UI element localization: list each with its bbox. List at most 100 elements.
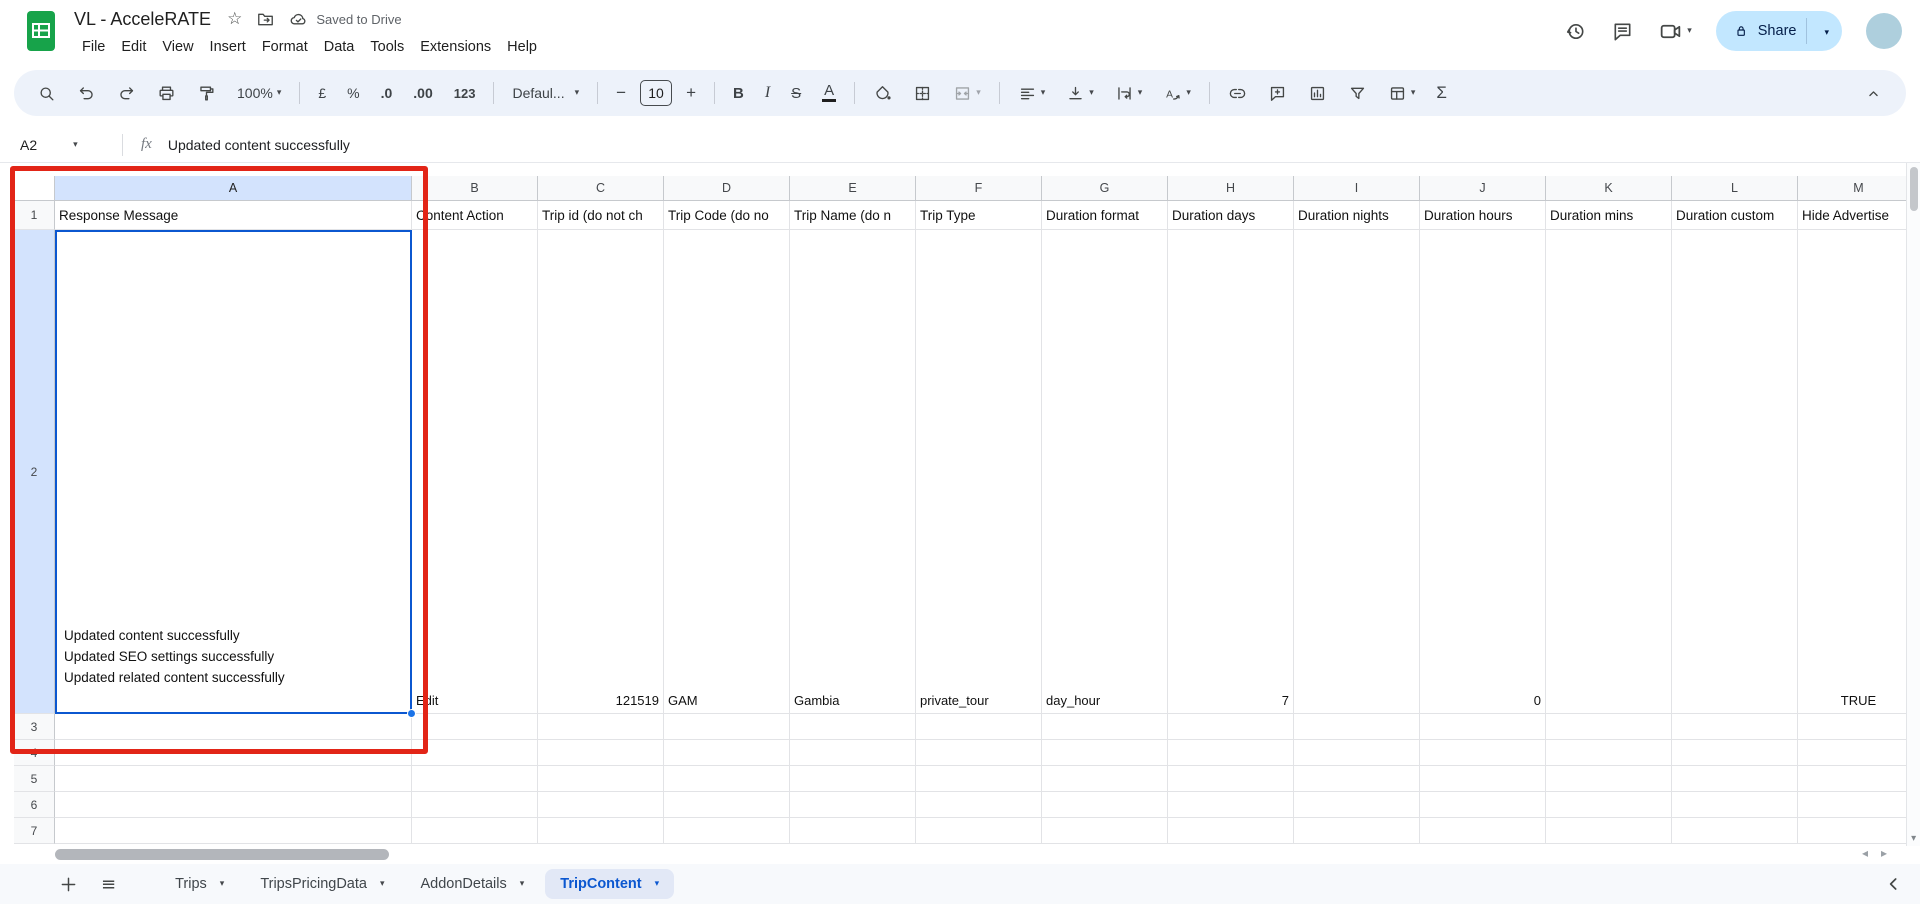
horizontal-align-button[interactable]: ▾ [1009, 78, 1055, 108]
cell-E2[interactable]: Gambia [790, 230, 916, 714]
cell-M4[interactable] [1798, 740, 1920, 766]
cell-M2[interactable]: TRUE [1798, 230, 1920, 714]
cell-M3[interactable] [1798, 714, 1920, 740]
share-button[interactable]: Share ▾ [1716, 11, 1842, 51]
header-cell-L1[interactable]: Duration custom [1672, 201, 1798, 230]
cell-L6[interactable] [1672, 792, 1798, 818]
cell-J2[interactable]: 0 [1420, 230, 1546, 714]
cell-H5[interactable] [1168, 766, 1294, 792]
header-cell-I1[interactable]: Duration nights [1294, 201, 1420, 230]
vertical-align-button[interactable]: ▾ [1057, 78, 1103, 108]
cell-C6[interactable] [538, 792, 664, 818]
document-title[interactable]: VL - AcceleRATE [74, 9, 211, 30]
bold-button[interactable]: B [724, 78, 753, 108]
cell-I3[interactable] [1294, 714, 1420, 740]
cell-E7[interactable] [790, 818, 916, 844]
menu-file[interactable]: File [74, 36, 113, 58]
header-cell-J1[interactable]: Duration hours [1420, 201, 1546, 230]
zoom-select[interactable]: 100%▾ [228, 78, 290, 108]
font-size-decrease-button[interactable]: − [607, 78, 635, 108]
cell-L7[interactable] [1672, 818, 1798, 844]
cell-I5[interactable] [1294, 766, 1420, 792]
cell-H6[interactable] [1168, 792, 1294, 818]
cell-D2[interactable]: GAM [664, 230, 790, 714]
comments-icon[interactable] [1611, 20, 1634, 43]
menu-tools[interactable]: Tools [362, 36, 412, 58]
cell-G5[interactable] [1042, 766, 1168, 792]
cell-E6[interactable] [790, 792, 916, 818]
cell-D3[interactable] [664, 714, 790, 740]
cell-G3[interactable] [1042, 714, 1168, 740]
cell-G7[interactable] [1042, 818, 1168, 844]
cell-L3[interactable] [1672, 714, 1798, 740]
cell-D5[interactable] [664, 766, 790, 792]
cell-F5[interactable] [916, 766, 1042, 792]
undo-button[interactable] [68, 78, 105, 108]
move-folder-icon[interactable] [256, 10, 275, 29]
cell-C3[interactable] [538, 714, 664, 740]
cell-E5[interactable] [790, 766, 916, 792]
search-icon[interactable] [28, 78, 65, 108]
chevron-left-icon[interactable] [1884, 874, 1904, 894]
all-sheets-icon[interactable]: ≡ [101, 874, 116, 895]
vertical-scrollbar-thumb[interactable] [1910, 167, 1918, 211]
cell-B6[interactable] [412, 792, 538, 818]
cell-L5[interactable] [1672, 766, 1798, 792]
saved-to-drive-icon[interactable] [289, 10, 308, 29]
text-color-button[interactable]: A [813, 78, 845, 108]
cell-A7[interactable] [55, 818, 412, 844]
formula-input[interactable]: Updated content successfully [168, 137, 350, 153]
cell-F7[interactable] [916, 818, 1042, 844]
menu-insert[interactable]: Insert [202, 36, 254, 58]
cell-I7[interactable] [1294, 818, 1420, 844]
column-header-H[interactable]: H [1168, 176, 1294, 201]
header-cell-A1[interactable]: Response Message [55, 201, 412, 230]
cell-C7[interactable] [538, 818, 664, 844]
cell-J6[interactable] [1420, 792, 1546, 818]
fill-handle[interactable] [407, 709, 416, 718]
header-cell-M1[interactable]: Hide Advertise [1798, 201, 1920, 230]
paint-format-button[interactable] [188, 78, 225, 108]
menu-data[interactable]: Data [316, 36, 363, 58]
cell-K2[interactable] [1546, 230, 1672, 714]
cell-D7[interactable] [664, 818, 790, 844]
saved-status[interactable]: Saved to Drive [316, 12, 401, 27]
hide-toolbar-button[interactable] [1855, 78, 1892, 108]
grid-corner[interactable] [14, 176, 55, 201]
cell-J7[interactable] [1420, 818, 1546, 844]
menu-format[interactable]: Format [254, 36, 316, 58]
cell-H3[interactable] [1168, 714, 1294, 740]
sheet-tab-tripcontent[interactable]: TripContent▾ [545, 869, 674, 899]
column-header-B[interactable]: B [412, 176, 538, 201]
cell-I4[interactable] [1294, 740, 1420, 766]
column-header-A[interactable]: A [55, 176, 412, 201]
row-number-1[interactable]: 1 [14, 201, 55, 230]
font-size-increase-button[interactable]: + [677, 78, 705, 108]
cell-E4[interactable] [790, 740, 916, 766]
insert-chart-button[interactable] [1299, 78, 1336, 108]
insert-link-button[interactable] [1219, 78, 1256, 108]
scroll-left-icon[interactable]: ◂ [1862, 846, 1868, 860]
cell-F2[interactable]: private_tour [916, 230, 1042, 714]
chevron-down-icon[interactable]: ▾ [220, 879, 225, 889]
format-percent-button[interactable]: % [338, 78, 368, 108]
italic-button[interactable]: I [756, 78, 779, 108]
cell-J5[interactable] [1420, 766, 1546, 792]
cell-K7[interactable] [1546, 818, 1672, 844]
cell-L2[interactable] [1672, 230, 1798, 714]
cell-A2[interactable]: Updated content successfullyUpdated SEO … [55, 230, 412, 714]
name-box[interactable]: A2 ▾ [0, 137, 116, 153]
cell-B7[interactable] [412, 818, 538, 844]
cell-K6[interactable] [1546, 792, 1672, 818]
row-number-3[interactable]: 3 [14, 714, 55, 740]
row-number-5[interactable]: 5 [14, 766, 55, 792]
format-currency-button[interactable]: £ [309, 78, 335, 108]
chevron-down-icon[interactable]: ▾ [73, 140, 78, 150]
header-cell-G1[interactable]: Duration format [1042, 201, 1168, 230]
version-history-icon[interactable] [1564, 20, 1587, 43]
cell-A5[interactable] [55, 766, 412, 792]
fill-color-button[interactable] [864, 78, 901, 108]
cell-C2[interactable]: 121519 [538, 230, 664, 714]
cell-M5[interactable] [1798, 766, 1920, 792]
cell-B3[interactable] [412, 714, 538, 740]
